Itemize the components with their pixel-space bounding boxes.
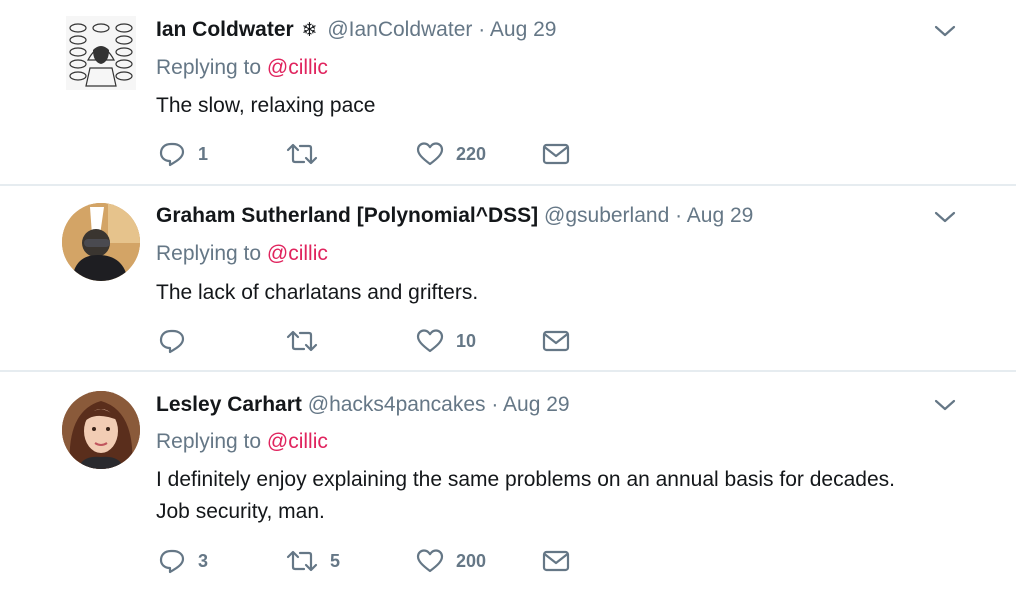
tweet-text: The slow, relaxing pace [156,90,976,122]
replying-to-label: Replying to [156,56,262,79]
snowflake-badge-icon: ❄ [301,20,318,41]
dm-button[interactable] [542,326,570,356]
chevron-down-icon[interactable] [934,398,956,412]
replying-to: Replying to @cillic [156,241,328,267]
reply-icon [159,142,185,167]
like-button[interactable]: 220 [416,139,486,169]
like-icon [416,329,444,353]
tweet-date[interactable]: · Aug 29 [478,18,556,41]
author-handle[interactable]: @hacks4pancakes [308,393,486,416]
tweet-header: Lesley Carhart @hacks4pancakes · Aug 29 [156,392,570,418]
author-name[interactable]: Graham Sutherland [Polynomial^DSS] [156,204,538,227]
reply-count: 3 [198,550,209,571]
like-count: 10 [456,330,477,351]
tweet-header: Graham Sutherland [Polynomial^DSS] @gsub… [156,203,753,229]
avatar-image [66,16,136,90]
reply-count: 1 [198,143,209,164]
replying-to-label: Replying to [156,242,262,265]
like-button[interactable]: 10 [416,326,476,356]
author-handle[interactable]: @IanColdwater [327,18,472,41]
author-name[interactable]: Ian Coldwater [156,18,294,41]
chevron-down-icon[interactable] [934,24,956,38]
tweet-actions: 3 5 200 [158,546,578,576]
tweet-text-line: I definitely enjoy explaining the same p… [156,468,895,491]
like-icon [416,142,444,166]
reply-button[interactable] [158,326,198,356]
reply-button[interactable]: 3 [158,546,208,576]
retweet-button[interactable] [286,326,330,356]
dm-icon [542,330,570,352]
like-count: 220 [456,143,487,164]
replying-to: Replying to @cillic [156,55,328,81]
like-count: 200 [456,550,487,571]
retweet-button[interactable] [286,139,330,169]
avatar-image [62,203,140,281]
avatar[interactable] [66,16,136,90]
dm-icon [542,550,570,572]
reply-icon [159,329,185,354]
retweet-icon [286,143,318,165]
tweet-actions: 1 220 [158,139,578,169]
tweet-text: The lack of charlatans and grifters. [156,277,976,309]
tweet-date[interactable]: · Aug 29 [491,393,569,416]
retweet-button[interactable]: 5 [286,546,340,576]
like-icon [416,549,444,573]
retweet-icon [286,330,318,352]
avatar[interactable] [62,203,140,281]
dm-button[interactable] [542,139,570,169]
tweet[interactable]: Lesley Carhart @hacks4pancakes · Aug 29 … [0,372,1016,604]
reply-button[interactable]: 1 [158,139,208,169]
dm-button[interactable] [542,546,570,576]
tweet-date[interactable]: · Aug 29 [675,204,753,227]
tweet-text-line: The slow, relaxing pace [156,94,376,117]
author-name[interactable]: Lesley Carhart [156,393,302,416]
tweet-text-line: Job security, man. [156,500,325,523]
avatar[interactable] [62,391,140,469]
retweet-count: 5 [330,550,341,571]
like-button[interactable]: 200 [416,546,486,576]
tweet-header: Ian Coldwater ❄ @IanColdwater · Aug 29 [156,17,556,44]
dm-icon [542,143,570,165]
reply-icon [159,549,185,574]
author-handle[interactable]: @gsuberland [544,204,669,227]
retweet-icon [286,550,318,572]
tweet[interactable]: Ian Coldwater ❄ @IanColdwater · Aug 29 R… [0,0,1016,184]
replying-to: Replying to @cillic [156,429,328,455]
mention-link[interactable]: @cillic [267,430,328,453]
tweet[interactable]: Graham Sutherland [Polynomial^DSS] @gsub… [0,186,1016,370]
chevron-down-icon[interactable] [934,210,956,224]
tweet-text-line: The lack of charlatans and grifters. [156,281,479,304]
tweet-actions: 10 [158,326,578,356]
replying-to-label: Replying to [156,430,262,453]
avatar-image [62,391,140,469]
tweet-text: I definitely enjoy explaining the same p… [156,464,976,528]
mention-link[interactable]: @cillic [267,56,328,79]
mention-link[interactable]: @cillic [267,242,328,265]
